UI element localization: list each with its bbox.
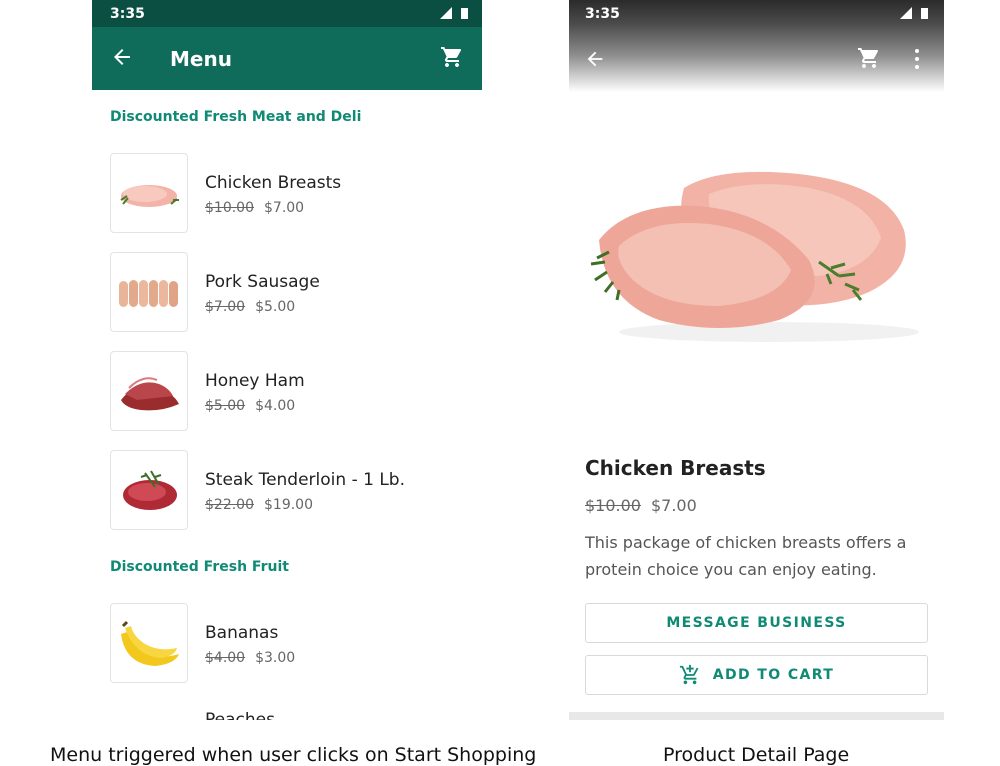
product-hero-image xyxy=(590,171,919,342)
status-time: 3:35 xyxy=(110,6,145,22)
old-price: $5.00 xyxy=(205,398,246,414)
caption-left: Menu triggered when user clicks on Start… xyxy=(50,744,537,766)
list-item[interactable]: Steak Tenderloin - 1 Lb. $22.00 $19.00 xyxy=(110,450,460,530)
signal-icon xyxy=(440,7,452,19)
price-row: $4.00 $3.00 xyxy=(205,650,295,666)
menu-screen: 3:35 Menu Discounted Fresh Meat and Deli… xyxy=(92,0,482,720)
product-thumbnail xyxy=(110,351,188,431)
product-thumbnail xyxy=(110,153,188,233)
product-thumbnail xyxy=(110,603,188,683)
old-price: $22.00 xyxy=(205,497,254,513)
sale-price: $19.00 xyxy=(264,497,313,513)
list-item[interactable]: Peaches xyxy=(110,702,460,720)
status-time: 3:35 xyxy=(585,6,620,22)
status-bar: 3:35 xyxy=(92,0,482,27)
price-row: $22.00 $19.00 xyxy=(205,497,313,513)
shopping-cart-icon[interactable] xyxy=(857,46,881,70)
old-price: $10.00 xyxy=(205,200,254,216)
back-arrow-icon[interactable] xyxy=(110,45,134,69)
section-heading-fruit: Discounted Fresh Fruit xyxy=(110,559,289,575)
product-thumbnail xyxy=(110,450,188,530)
item-name: Peaches xyxy=(205,710,275,720)
item-name: Pork Sausage xyxy=(205,272,320,292)
old-price: $10.00 xyxy=(585,496,641,515)
product-thumbnail xyxy=(110,252,188,332)
sale-price: $4.00 xyxy=(255,398,296,414)
more-vert-icon[interactable] xyxy=(913,49,921,69)
sale-price: $3.00 xyxy=(255,650,296,666)
list-item[interactable]: Chicken Breasts $10.00 $7.00 xyxy=(110,153,460,233)
list-item[interactable]: Honey Ham $5.00 $4.00 xyxy=(110,351,460,431)
item-name: Bananas xyxy=(205,623,279,643)
add-to-cart-label: ADD TO CART xyxy=(712,667,835,683)
message-business-button[interactable]: MESSAGE BUSINESS xyxy=(585,603,928,643)
old-price: $4.00 xyxy=(205,650,246,666)
signal-icon xyxy=(900,7,912,19)
back-arrow-icon[interactable] xyxy=(584,48,606,70)
list-item[interactable]: Pork Sausage $7.00 $5.00 xyxy=(110,252,460,332)
item-name: Chicken Breasts xyxy=(205,173,342,193)
add-to-cart-button[interactable]: ADD TO CART xyxy=(585,655,928,695)
price-row: $10.00 $7.00 xyxy=(205,200,304,216)
section-heading-meat: Discounted Fresh Meat and Deli xyxy=(110,109,362,125)
price-row: $5.00 $4.00 xyxy=(205,398,295,414)
old-price: $7.00 xyxy=(205,299,246,315)
battery-icon xyxy=(921,8,928,19)
sale-price: $7.00 xyxy=(650,496,697,515)
top-gradient-bar: 3:35 xyxy=(569,0,944,92)
sale-price: $7.00 xyxy=(264,200,305,216)
app-bar: Menu xyxy=(92,27,482,90)
item-name: Honey Ham xyxy=(205,371,305,391)
sale-price: $5.00 xyxy=(255,299,296,315)
battery-icon xyxy=(461,8,468,19)
bottom-divider xyxy=(569,712,944,720)
price-row: $7.00 $5.00 xyxy=(205,299,295,315)
page-title: Menu xyxy=(170,47,232,71)
price-row: $10.00 $7.00 xyxy=(585,496,697,515)
caption-right: Product Detail Page xyxy=(663,744,850,766)
shopping-cart-icon[interactable] xyxy=(440,45,464,69)
add-shopping-cart-icon xyxy=(679,664,699,685)
item-name: Steak Tenderloin - 1 Lb. xyxy=(205,470,405,490)
list-item[interactable]: Bananas $4.00 $3.00 xyxy=(110,603,460,683)
product-description: This package of chicken breasts offers a… xyxy=(585,533,907,579)
message-business-label: MESSAGE BUSINESS xyxy=(666,615,847,631)
product-detail-screen: 3:35 Chicken Breasts $10.00 $7.00 This pa… xyxy=(569,0,944,720)
product-title: Chicken Breasts xyxy=(585,456,766,480)
